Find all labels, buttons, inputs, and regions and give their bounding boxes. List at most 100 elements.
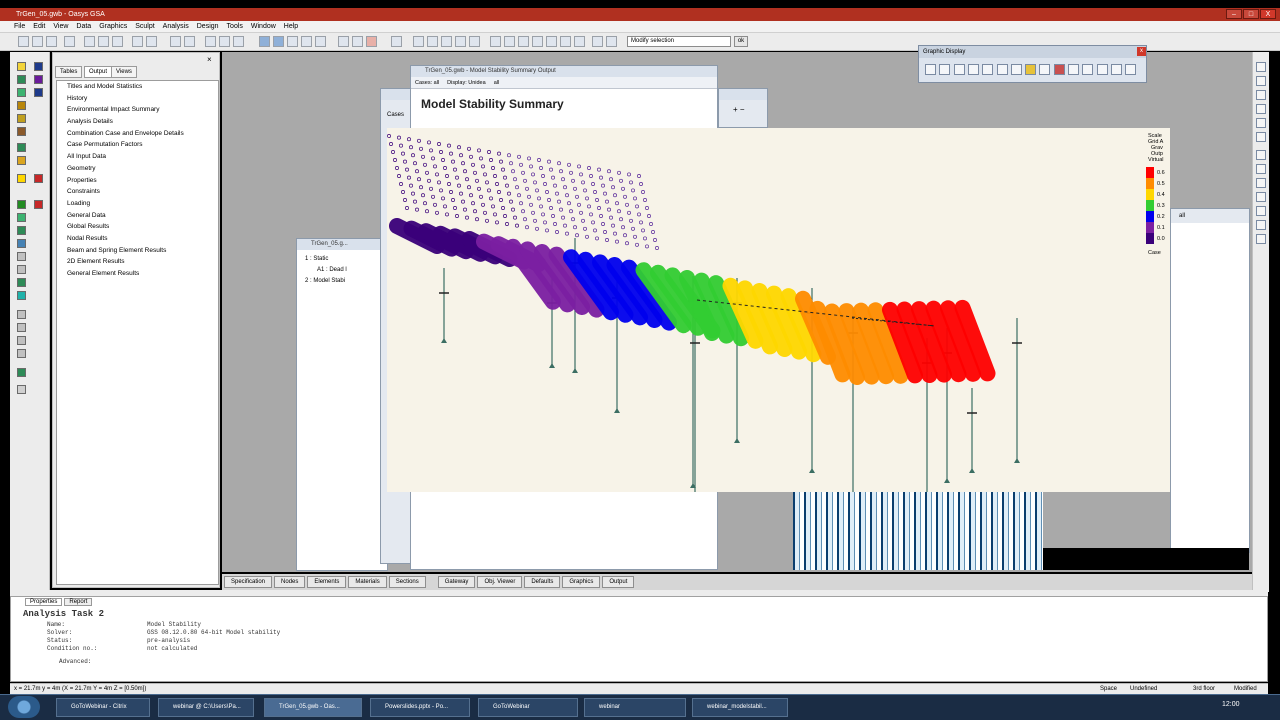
back-arrow-icon[interactable] [205, 36, 216, 47]
analysis-icon[interactable] [17, 200, 26, 209]
paste-icon[interactable] [112, 36, 123, 47]
save-as-icon[interactable] [64, 36, 75, 47]
menu-file[interactable]: File [14, 23, 25, 30]
menu-analysis[interactable]: Analysis [163, 23, 189, 30]
tab-elements[interactable]: Elements [307, 576, 347, 588]
tree-item-general-element[interactable]: General Element Results [57, 268, 218, 280]
right-tool12-icon[interactable] [1256, 220, 1266, 230]
open-file-icon[interactable] [32, 36, 43, 47]
print-view-icon[interactable] [1053, 64, 1065, 75]
mode-icon[interactable] [17, 291, 26, 300]
check-icon[interactable] [233, 36, 244, 47]
label-icon[interactable] [574, 36, 585, 47]
forward-arrow-icon[interactable] [219, 36, 230, 47]
tab-specification[interactable]: Specification [224, 576, 273, 588]
menu-edit[interactable]: Edit [33, 23, 45, 30]
save-view-icon[interactable] [1010, 64, 1022, 75]
tree2-dead[interactable]: A1 : Dead l [305, 265, 387, 276]
rotate-view-icon[interactable] [967, 64, 979, 75]
tree-item-global-results[interactable]: Global Results [57, 221, 218, 233]
node-tool-icon[interactable] [17, 75, 26, 84]
tree-item-loading[interactable]: Loading [57, 198, 218, 210]
arrow-left-icon[interactable] [592, 36, 603, 47]
undo-view-icon[interactable] [982, 64, 994, 75]
tree2-static[interactable]: 1 : Static [305, 254, 387, 265]
preview-icon[interactable] [146, 36, 157, 47]
right-tool3-icon[interactable] [1256, 90, 1266, 100]
palette-icon[interactable] [1025, 64, 1037, 75]
close-button[interactable]: X [1260, 9, 1276, 19]
select-tool-icon[interactable] [925, 64, 936, 75]
right-tool10-icon[interactable] [1256, 192, 1266, 202]
scope-filter[interactable]: all [494, 77, 500, 88]
paint-icon[interactable] [17, 156, 26, 165]
pan-icon[interactable] [441, 36, 452, 47]
tree-item-properties[interactable]: Properties [57, 175, 218, 187]
menu-window[interactable]: Window [251, 23, 276, 30]
animate-icon[interactable] [17, 368, 26, 377]
system-tray-icons[interactable] [1150, 701, 1210, 713]
tab-materials[interactable]: Materials [348, 576, 387, 588]
redo-icon[interactable] [184, 36, 195, 47]
task-modelstability[interactable]: webinar_modelstabil... [692, 698, 788, 717]
delete-icon[interactable] [366, 36, 377, 47]
right-tool5-icon[interactable] [1256, 118, 1266, 128]
right-tool8-icon[interactable] [1256, 164, 1266, 174]
menu-sculpt[interactable]: Sculpt [135, 23, 154, 30]
task-webinar-folder[interactable]: webinar [584, 698, 686, 717]
fit-icon[interactable] [469, 36, 480, 47]
right-tool7-icon[interactable] [1256, 150, 1266, 160]
tab-graphics[interactable]: Graphics [562, 576, 601, 588]
undo-icon[interactable] [170, 36, 181, 47]
tab-views[interactable]: Views [111, 66, 137, 78]
grid-icon[interactable] [287, 36, 298, 47]
move-icon[interactable] [1068, 64, 1079, 75]
view-mode-icon[interactable] [259, 36, 270, 47]
tree-item-nodal-results[interactable]: Nodal Results [57, 233, 218, 245]
menu-data[interactable]: Data [76, 23, 91, 30]
polyline-icon[interactable] [17, 114, 26, 123]
fit-view-icon[interactable] [1110, 64, 1122, 75]
bookmark-icon[interactable] [34, 200, 43, 209]
scale-icon[interactable] [1096, 64, 1108, 75]
right-tool4-icon[interactable] [1256, 104, 1266, 114]
right-tool1-icon[interactable] [1256, 62, 1266, 72]
panel-close-icon[interactable]: × [207, 55, 212, 64]
tree-item-all-input[interactable]: All Input Data [57, 151, 218, 163]
node-icon[interactable] [490, 36, 501, 47]
display-icon[interactable] [34, 75, 43, 84]
right-tool2-icon[interactable] [1256, 76, 1266, 86]
tool1-icon[interactable] [352, 36, 363, 47]
tab-tables[interactable]: Tables [55, 66, 83, 78]
tree-item-history[interactable]: History [57, 93, 218, 105]
member-icon[interactable] [518, 36, 529, 47]
chart-icon[interactable] [315, 36, 326, 47]
minimize-button[interactable]: – [1226, 9, 1242, 19]
task-webinar-explorer[interactable]: webinar @ C:\Users\Pa... [158, 698, 254, 717]
view-icon[interactable] [34, 62, 43, 71]
task-gotowebinar-citrix[interactable]: GoToWebinar - Citrix [56, 698, 150, 717]
view-mode2-icon[interactable] [273, 36, 284, 47]
pencil-icon[interactable] [17, 62, 26, 71]
tab-obj-viewer[interactable]: Obj. Viewer [477, 576, 523, 588]
cases-filter[interactable]: Cases: all [415, 77, 439, 88]
label-tool-icon[interactable] [34, 88, 43, 97]
tree-item-titles[interactable]: Titles and Model Statistics [57, 81, 218, 93]
tree-item-analysis-details[interactable]: Analysis Details [57, 116, 218, 128]
right-tool13-icon[interactable] [1256, 234, 1266, 244]
element-icon[interactable] [504, 36, 515, 47]
tab-gateway[interactable]: Gateway [437, 576, 476, 588]
arrow-right-icon[interactable] [606, 36, 617, 47]
stop-icon[interactable] [34, 174, 43, 183]
tree-item-constraints[interactable]: Constraints [57, 186, 218, 198]
task-gsa[interactable]: TrGen_05.gwb - Oas... [264, 698, 362, 717]
edit-tool-icon[interactable] [17, 143, 26, 152]
tree-item-general-data[interactable]: General Data [57, 210, 218, 222]
deform-icon[interactable] [17, 278, 26, 287]
sun-icon[interactable] [17, 174, 26, 183]
table-icon[interactable] [301, 36, 312, 47]
load-icon[interactable] [532, 36, 543, 47]
filter-icon[interactable] [560, 36, 571, 47]
zoom-icon[interactable] [427, 36, 438, 47]
snap-icon[interactable] [939, 64, 951, 75]
